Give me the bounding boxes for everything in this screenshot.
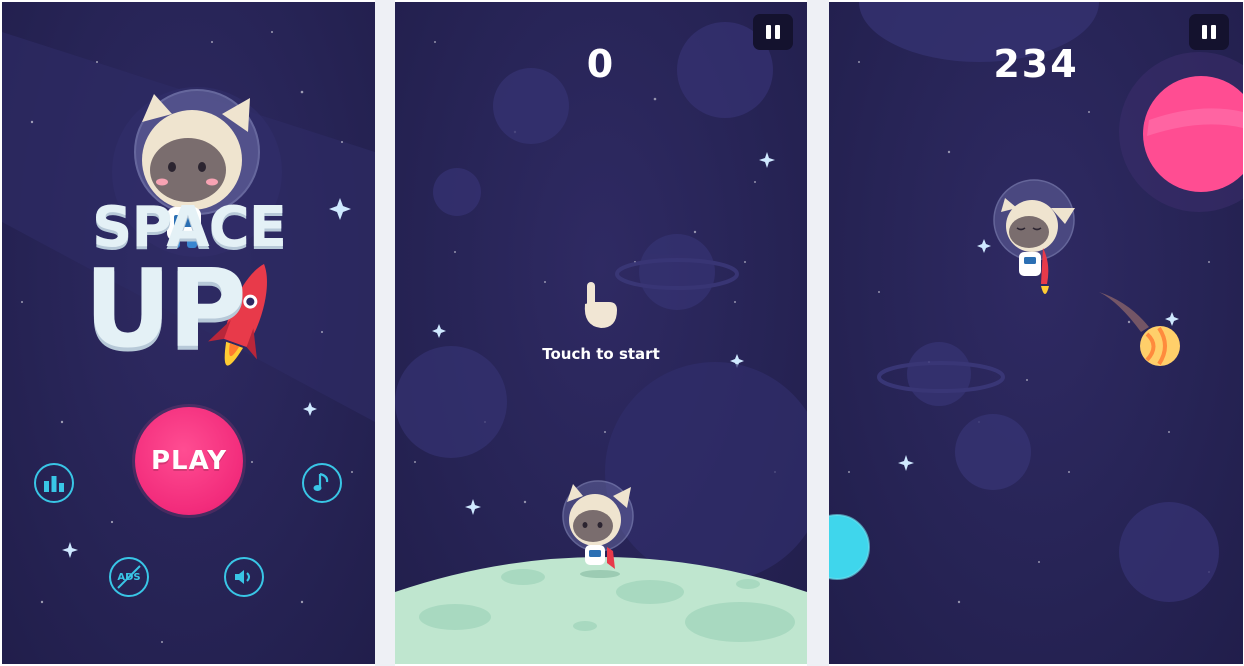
gameplay-screen[interactable]: 234	[829, 2, 1243, 664]
music-toggle-button[interactable]	[302, 463, 342, 503]
main-menu-screen: SPACE UP PLAY ADS	[2, 2, 375, 664]
score-display: 0	[586, 42, 616, 86]
pause-button[interactable]	[1189, 14, 1229, 50]
start-background	[395, 22, 807, 664]
music-note-icon	[313, 472, 329, 491]
touch-to-start-hint: Touch to start	[542, 345, 660, 363]
leaderboard-button[interactable]	[34, 463, 74, 503]
sound-toggle-button[interactable]	[224, 557, 264, 597]
play-button[interactable]: PLAY	[135, 407, 243, 515]
gameplay-background	[829, 2, 1243, 604]
start-screen[interactable]: 0 Touch to start	[395, 2, 807, 664]
speaker-icon	[235, 570, 250, 584]
logo-title-up: UP	[84, 247, 247, 372]
pointing-hand-icon	[584, 282, 617, 328]
pause-button[interactable]	[753, 14, 793, 50]
astronaut-cat-illustration	[993, 179, 1075, 294]
score-display: 234	[993, 42, 1079, 86]
no-ads-strike-icon	[117, 565, 141, 589]
remove-ads-button[interactable]: ADS	[109, 557, 149, 597]
bar-chart-icon	[44, 476, 64, 492]
play-button-label: PLAY	[150, 446, 228, 476]
